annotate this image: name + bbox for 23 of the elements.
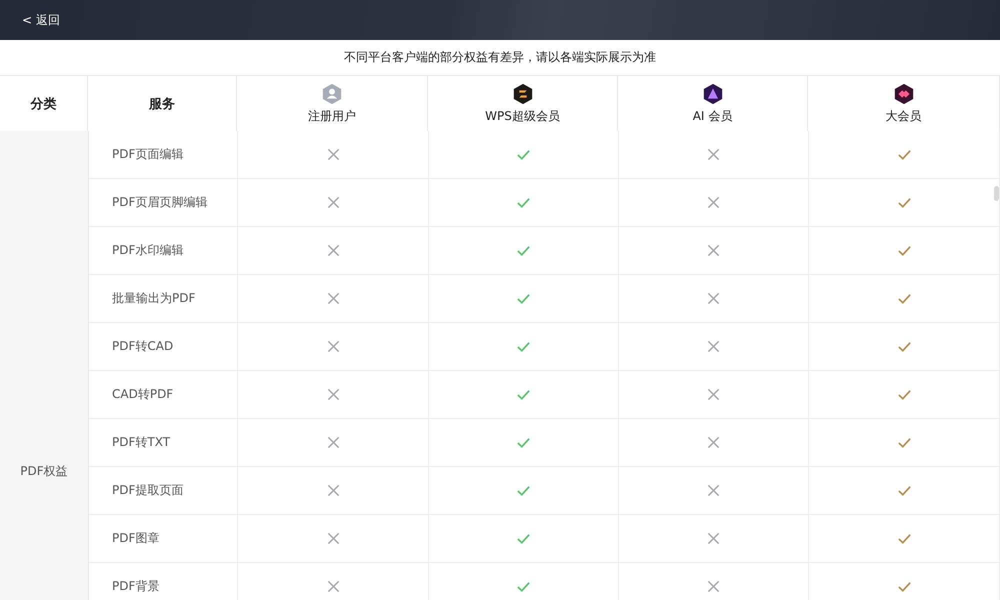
triangle-icon <box>702 82 724 104</box>
tier-name: 注册用户 <box>308 108 356 124</box>
service-name: PDF图章 <box>89 515 238 562</box>
category-name: PDF权益 <box>20 462 68 480</box>
service-name: CAD转PDF <box>89 371 238 418</box>
back-link[interactable]: < 返回 <box>22 12 60 28</box>
service-name: PDF页面编辑 <box>89 131 238 178</box>
service-name: PDF页眉页脚编辑 <box>89 179 238 226</box>
service-name: PDF提取页面 <box>89 467 238 514</box>
header-cell: 服务 <box>88 76 237 131</box>
service-name: PDF转TXT <box>89 419 238 466</box>
tier-name: 大会员 <box>886 108 922 124</box>
service-name: PDF转CAD <box>89 323 238 370</box>
stripes-icon <box>512 82 534 104</box>
diamond-icon <box>892 82 914 104</box>
service-name: PDF水印编辑 <box>89 227 238 274</box>
service-name: PDF背景 <box>89 563 238 600</box>
user-icon <box>321 82 343 104</box>
tier-name: AI 会员 <box>692 108 732 124</box>
notice-text: 不同平台客户端的部分权益有差异，请以各端实际展示为准 <box>343 49 657 66</box>
service-name: 批量输出为PDF <box>89 275 238 322</box>
tier-name: WPS超级会员 <box>485 108 560 124</box>
scrollbar-thumb[interactable] <box>994 186 999 201</box>
